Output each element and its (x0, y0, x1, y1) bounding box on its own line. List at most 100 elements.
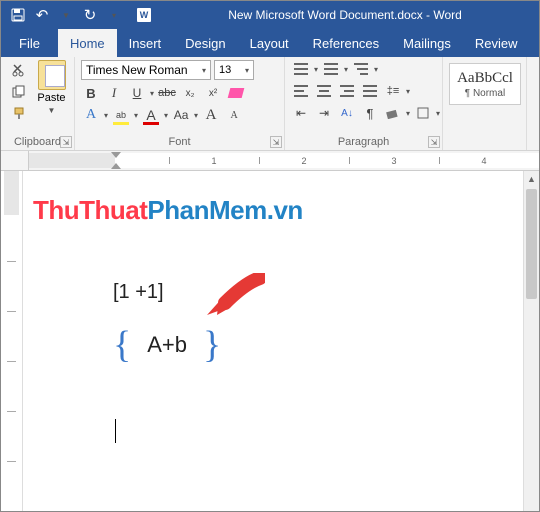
font-size-select[interactable]: 13▾ (214, 60, 254, 80)
style-name-label: ¶ Normal (465, 88, 505, 99)
undo-dropdown-icon[interactable]: ▼ (57, 6, 75, 24)
hanging-indent-marker[interactable] (111, 163, 121, 169)
borders-icon (417, 107, 429, 119)
clipboard-launcher-icon[interactable]: ⇲ (60, 136, 72, 148)
title-bar: ↶ ▼ ↻ ▾ W New Microsoft Word Document.do… (1, 1, 539, 29)
text-effects-button[interactable]: A (81, 106, 101, 124)
underline-button[interactable]: U (127, 84, 147, 102)
tab-view[interactable]: View (529, 29, 540, 57)
ruler-mark: 4 (481, 156, 486, 166)
font-color-dropdown-icon[interactable]: ▾ (164, 111, 168, 120)
decrease-indent-button[interactable]: ⇤ (291, 104, 311, 122)
align-left-icon (294, 85, 308, 97)
ruler-mark: 3 (391, 156, 396, 166)
tab-references[interactable]: References (301, 29, 391, 57)
sort-button[interactable]: A↓ (337, 104, 357, 122)
scroll-up-icon[interactable]: ▲ (524, 171, 539, 187)
strikethrough-button[interactable]: abc (157, 84, 177, 102)
line-spacing-dropdown-icon[interactable]: ▾ (406, 87, 410, 96)
change-case-button[interactable]: Aa (171, 106, 191, 124)
numbering-button[interactable] (321, 60, 341, 78)
multilevel-dropdown-icon[interactable]: ▾ (374, 65, 378, 74)
increase-indent-button[interactable]: ⇥ (314, 104, 334, 122)
group-paragraph: ▾ ▾ ▾ ‡≡ ▾ ⇤ ⇥ A↓ (285, 57, 443, 150)
align-center-button[interactable] (314, 82, 334, 100)
shading-button[interactable] (383, 104, 403, 122)
underline-dropdown-icon[interactable]: ▾ (150, 89, 154, 98)
align-left-button[interactable] (291, 82, 311, 100)
subscript-button[interactable]: x₂ (180, 84, 200, 102)
ruler-mark: 1 (211, 156, 216, 166)
tab-review[interactable]: Review (463, 29, 530, 57)
tab-insert[interactable]: Insert (117, 29, 174, 57)
shading-dropdown-icon[interactable]: ▾ (406, 109, 410, 118)
equation-brace[interactable]: { A+b } (113, 326, 221, 364)
redo-icon[interactable]: ↻ (81, 6, 99, 24)
qat-customize-icon[interactable]: ▾ (105, 6, 123, 24)
save-icon[interactable] (9, 6, 27, 24)
undo-icon[interactable]: ↶ (33, 6, 51, 24)
multilevel-list-button[interactable] (351, 60, 371, 78)
document-area: ThuThuatPhanMem.vn [1 +1] { A+b } (1, 171, 539, 511)
shrink-font-button[interactable]: A (224, 106, 244, 124)
borders-button[interactable] (413, 104, 433, 122)
document-page[interactable]: ThuThuatPhanMem.vn [1 +1] { A+b } (23, 171, 539, 511)
bullets-button[interactable] (291, 60, 311, 78)
paste-button[interactable]: Paste ▼ (35, 60, 68, 115)
chevron-down-icon: ▾ (202, 66, 206, 75)
vertical-ruler[interactable] (1, 171, 23, 511)
clear-formatting-button[interactable] (226, 84, 246, 102)
font-name-select[interactable]: Times New Roman▾ (81, 60, 211, 80)
annotation-arrow-icon (205, 273, 265, 321)
watermark-part1: ThuThuat (33, 195, 147, 225)
tab-layout[interactable]: Layout (238, 29, 301, 57)
style-normal[interactable]: AaBbCcl ¶ Normal (449, 63, 521, 105)
grow-font-button[interactable]: A (201, 106, 221, 124)
watermark-part2: PhanMem.vn (147, 195, 302, 225)
eraser-icon (228, 88, 245, 98)
ruler-corner (1, 151, 29, 170)
superscript-button[interactable]: x² (203, 84, 223, 102)
group-label-clipboard: Clipboard (7, 134, 68, 148)
justify-button[interactable] (360, 82, 380, 100)
bold-button[interactable]: B (81, 84, 101, 102)
tab-mailings[interactable]: Mailings (391, 29, 463, 57)
horizontal-ruler[interactable]: 1 2 3 4 (1, 151, 539, 171)
cut-icon[interactable] (7, 60, 31, 80)
paste-dropdown-icon[interactable]: ▼ (48, 106, 56, 115)
tab-design[interactable]: Design (173, 29, 237, 57)
left-brace-icon: { (113, 326, 131, 364)
first-line-indent-marker[interactable] (111, 152, 121, 158)
group-clipboard: Paste ▼ Clipboard ⇲ (1, 57, 75, 150)
align-center-icon (317, 85, 331, 97)
text-effects-dropdown-icon[interactable]: ▾ (104, 111, 108, 120)
quick-access-toolbar: ↶ ▼ ↻ ▾ (1, 6, 131, 24)
font-size-value: 13 (219, 64, 231, 76)
format-painter-icon[interactable] (7, 104, 31, 124)
show-marks-button[interactable]: ¶ (360, 104, 380, 122)
scroll-thumb[interactable] (526, 189, 537, 299)
borders-dropdown-icon[interactable]: ▾ (436, 109, 440, 118)
paragraph-launcher-icon[interactable]: ⇲ (428, 136, 440, 148)
line-spacing-button[interactable]: ‡≡ (383, 82, 403, 100)
change-case-dropdown-icon[interactable]: ▾ (194, 111, 198, 120)
copy-icon[interactable] (7, 82, 31, 102)
group-label-font: Font (81, 134, 278, 148)
style-preview: AaBbCcl (457, 70, 513, 87)
justify-icon (363, 85, 377, 97)
tab-home[interactable]: Home (58, 29, 117, 57)
highlight-button[interactable]: ab (111, 106, 131, 124)
align-right-button[interactable] (337, 82, 357, 100)
vertical-scrollbar[interactable]: ▲ (523, 171, 539, 511)
font-launcher-icon[interactable]: ⇲ (270, 136, 282, 148)
highlight-dropdown-icon[interactable]: ▾ (134, 111, 138, 120)
group-styles: AaBbCcl ¶ Normal (443, 57, 527, 150)
tab-file[interactable]: File (1, 29, 58, 57)
numbering-dropdown-icon[interactable]: ▾ (344, 65, 348, 74)
bullets-dropdown-icon[interactable]: ▾ (314, 65, 318, 74)
italic-button[interactable]: I (104, 84, 124, 102)
text-cursor (115, 419, 116, 443)
watermark: ThuThuatPhanMem.vn (33, 195, 303, 226)
paste-label: Paste (37, 92, 65, 104)
font-color-button[interactable]: A (141, 106, 161, 124)
